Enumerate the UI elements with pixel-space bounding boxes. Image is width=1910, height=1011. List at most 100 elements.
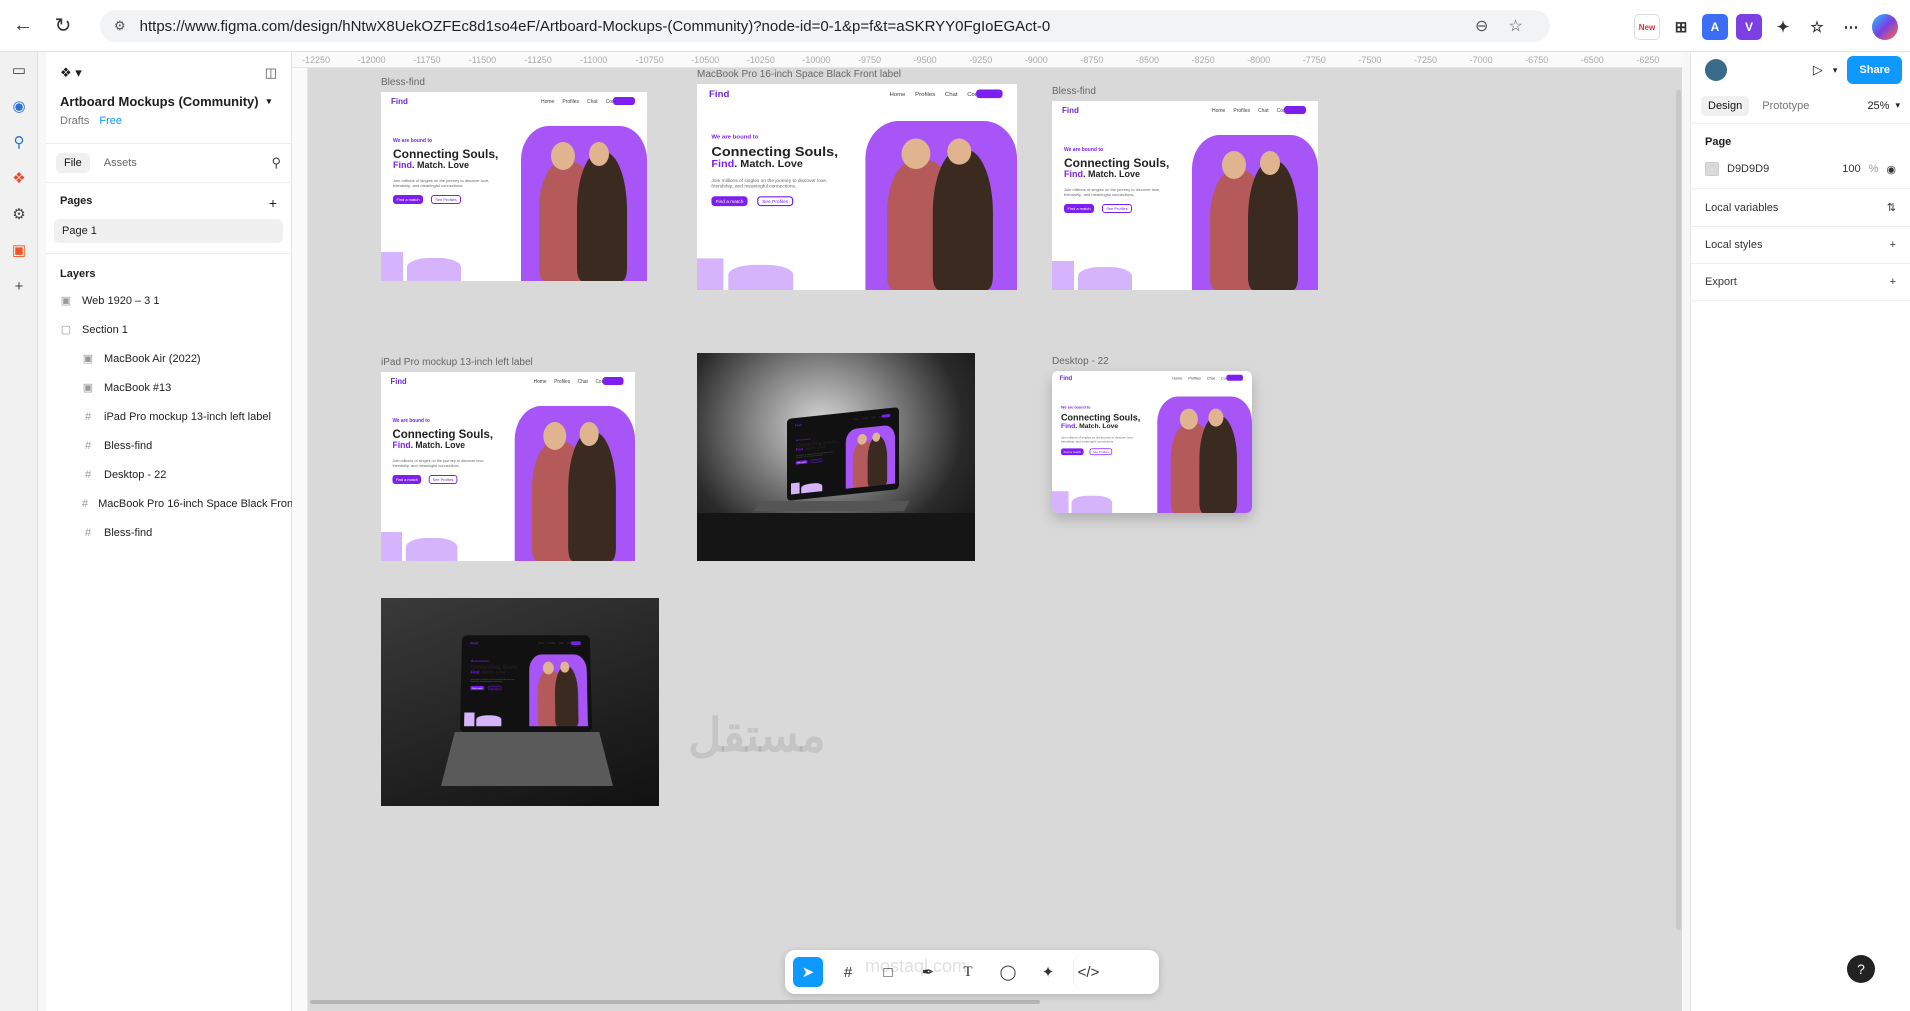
chevron-down-icon[interactable]: ▾ xyxy=(267,96,272,107)
local-styles-label[interactable]: Local styles xyxy=(1705,239,1762,251)
reload-icon[interactable]: ↻ xyxy=(46,9,80,43)
mockup-lilac-shape xyxy=(1071,495,1113,513)
microsoft-icon[interactable]: ▣ xyxy=(0,232,38,268)
file-title[interactable]: Artboard Mockups (Community) xyxy=(60,94,259,109)
plan-badge[interactable]: Free xyxy=(99,115,122,127)
layer-label: MacBook Air (2022) xyxy=(104,352,201,365)
frame-desktop-22[interactable]: FindHomeProfilesChatContact usWe are bou… xyxy=(1052,371,1252,513)
layer-item[interactable]: # iPad Pro mockup 13-inch left label xyxy=(46,402,291,431)
more-menu-icon[interactable]: ⋯ xyxy=(1838,14,1864,40)
help-icon[interactable]: ? xyxy=(1847,955,1875,983)
translate-extension-icon[interactable]: A xyxy=(1702,14,1728,40)
address-bar[interactable]: ⚙ https://www.figma.com/design/hNtwX8Uek… xyxy=(100,10,1550,42)
toggle-sidebar-icon[interactable]: ◫ xyxy=(265,65,277,81)
layer-item[interactable]: # MacBook Pro 16-inch Space Black Front xyxy=(46,489,296,518)
export-label[interactable]: Export xyxy=(1705,276,1737,288)
mockup-person-man-head xyxy=(542,661,554,675)
share-button[interactable]: Share xyxy=(1847,56,1902,84)
mockup-logo: Find xyxy=(391,97,408,106)
v-extension-icon[interactable]: V xyxy=(1736,14,1762,40)
frame-label[interactable]: Desktop - 22 xyxy=(1052,356,1109,367)
page-item[interactable]: Page 1 xyxy=(54,219,283,243)
favorites-icon[interactable]: ☆ xyxy=(1804,14,1830,40)
figma-tab-icon[interactable]: ❖ xyxy=(0,160,38,196)
add-page-icon[interactable]: + xyxy=(269,195,277,211)
mockup-nav-item: Home xyxy=(533,379,547,385)
frame-label[interactable]: Bless-find xyxy=(381,77,425,88)
ruler-tick-label: -11750 xyxy=(413,55,441,65)
mockup-see-profiles-button: See Profiles xyxy=(1089,448,1113,456)
horizontal-scrollbar[interactable] xyxy=(310,1000,1040,1004)
search-layers-icon[interactable]: ⚲ xyxy=(271,155,281,171)
layer-item[interactable]: # Bless-find xyxy=(46,518,291,547)
chevron-down-icon[interactable]: ▾ xyxy=(1833,65,1838,76)
mockup-lilac-shape xyxy=(697,258,724,290)
frame-label[interactable]: MacBook Pro 16-inch Space Black Front la… xyxy=(697,69,901,80)
search-icon[interactable]: ⚲ xyxy=(0,124,38,160)
visibility-eye-icon[interactable]: ◉ xyxy=(1886,163,1896,176)
zoom-icon[interactable]: ⊖ xyxy=(1475,16,1488,36)
layer-item[interactable]: # Desktop - 22 xyxy=(46,460,291,489)
settings-icon[interactable]: ⚙ xyxy=(0,196,38,232)
canvas[interactable]: Bless-find FindHomeProfilesChatContact u… xyxy=(308,68,1682,1011)
local-variables-label[interactable]: Local variables xyxy=(1705,202,1778,214)
mockup-heading-line2: Find. Match. Love xyxy=(392,440,493,450)
frame-bless-find-2[interactable]: FindHomeProfilesChatContact usWe are bou… xyxy=(1052,101,1318,290)
drafts-link[interactable]: Drafts xyxy=(60,115,89,127)
frame-macbook-air[interactable]: FindHomeProfilesChatContact usWe are bou… xyxy=(697,353,975,561)
mockup-heading: Connecting Souls, Find. Match. Love xyxy=(393,148,498,170)
actions-icon[interactable]: ✦ xyxy=(1033,957,1063,987)
page-color-swatch[interactable] xyxy=(1705,162,1719,176)
extension-new[interactable]: New xyxy=(1634,14,1660,40)
add-export-icon[interactable]: + xyxy=(1890,276,1896,288)
frame-macbook-13[interactable]: FindHomeProfilesChatContact usWe are bou… xyxy=(381,598,659,806)
site-info-icon[interactable]: ⚙ xyxy=(114,18,126,34)
mockup-page: FindHomeProfilesChatContact usWe are bou… xyxy=(381,372,635,561)
extensions-puzzle-icon[interactable]: ✦ xyxy=(1770,14,1796,40)
tabs-icon[interactable]: ▭ xyxy=(0,52,38,88)
present-icon[interactable]: ▷ xyxy=(1813,62,1823,78)
back-icon[interactable]: ← xyxy=(6,9,40,43)
tab-assets[interactable]: Assets xyxy=(96,153,145,173)
ruler-tick-label: -7250 xyxy=(1414,55,1438,65)
layer-item[interactable]: ▣ MacBook #13 xyxy=(46,373,291,402)
tab-design[interactable]: Design xyxy=(1701,95,1750,116)
laptop-screen: FindHomeProfilesChatContact usWe are bou… xyxy=(787,407,899,501)
mockup-subtext: Join millions of singles on the journey … xyxy=(795,450,834,459)
chevron-down-icon[interactable]: ▾ xyxy=(1895,100,1900,111)
frame-bless-find[interactable]: FindHomeProfilesChatContact usWe are bou… xyxy=(381,92,647,281)
move-tool-icon[interactable]: ➤ xyxy=(793,957,823,987)
mockup-heading: Connecting Souls, Find. Match. Love xyxy=(471,664,519,674)
page-color-value[interactable]: D9D9D9 xyxy=(1727,163,1769,175)
tab-prototype[interactable]: Prototype xyxy=(1755,96,1816,116)
page-section-header: Page xyxy=(1705,136,1732,148)
frame-tool-icon[interactable]: # xyxy=(833,957,863,987)
frame-label[interactable]: Bless-find xyxy=(1052,86,1096,97)
frame-label[interactable]: iPad Pro mockup 13-inch left label xyxy=(381,357,533,368)
pinned-tab-icon[interactable]: ◉ xyxy=(0,88,38,124)
screenshot-icon[interactable]: ⊞ xyxy=(1668,14,1694,40)
layer-item[interactable]: # Bless-find xyxy=(46,431,291,460)
copilot-icon[interactable] xyxy=(1872,14,1898,40)
add-icon[interactable]: + xyxy=(0,268,38,304)
bookmark-star-icon[interactable]: ☆ xyxy=(1508,16,1522,36)
dev-mode-icon[interactable]: </> xyxy=(1073,957,1103,987)
vertical-scrollbar[interactable] xyxy=(1676,90,1681,930)
comment-tool-icon[interactable]: ◯ xyxy=(993,957,1023,987)
variables-settings-icon[interactable]: ⇅ xyxy=(1887,201,1896,214)
browser-window: ← ↻ ⚙ https://www.figma.com/design/hNtwX… xyxy=(0,0,1910,1011)
layer-item[interactable]: ▣ MacBook Air (2022) xyxy=(46,344,291,373)
frame-ipad-pro[interactable]: FindHomeProfilesChatContact usWe are bou… xyxy=(381,372,635,561)
add-style-icon[interactable]: + xyxy=(1890,239,1896,251)
tab-file[interactable]: File xyxy=(56,153,90,173)
figma-menu-icon[interactable]: ❖ ▾ xyxy=(60,65,82,81)
page-opacity-value[interactable]: 100 xyxy=(1842,163,1860,175)
mockup-nav-item: Profiles xyxy=(547,642,556,645)
frame-macbook-pro[interactable]: FindHomeProfilesChatContact usWe are bou… xyxy=(697,84,1017,290)
mockup-lilac-shape xyxy=(1052,491,1069,513)
layer-item[interactable]: ▣ Web 1920 – 3 1 xyxy=(46,286,291,315)
mockup-heading-find: Find xyxy=(1064,168,1083,179)
zoom-level[interactable]: 25% xyxy=(1867,100,1889,112)
layer-item[interactable]: ▢ Section 1 xyxy=(46,315,291,344)
avatar[interactable] xyxy=(1705,59,1727,81)
